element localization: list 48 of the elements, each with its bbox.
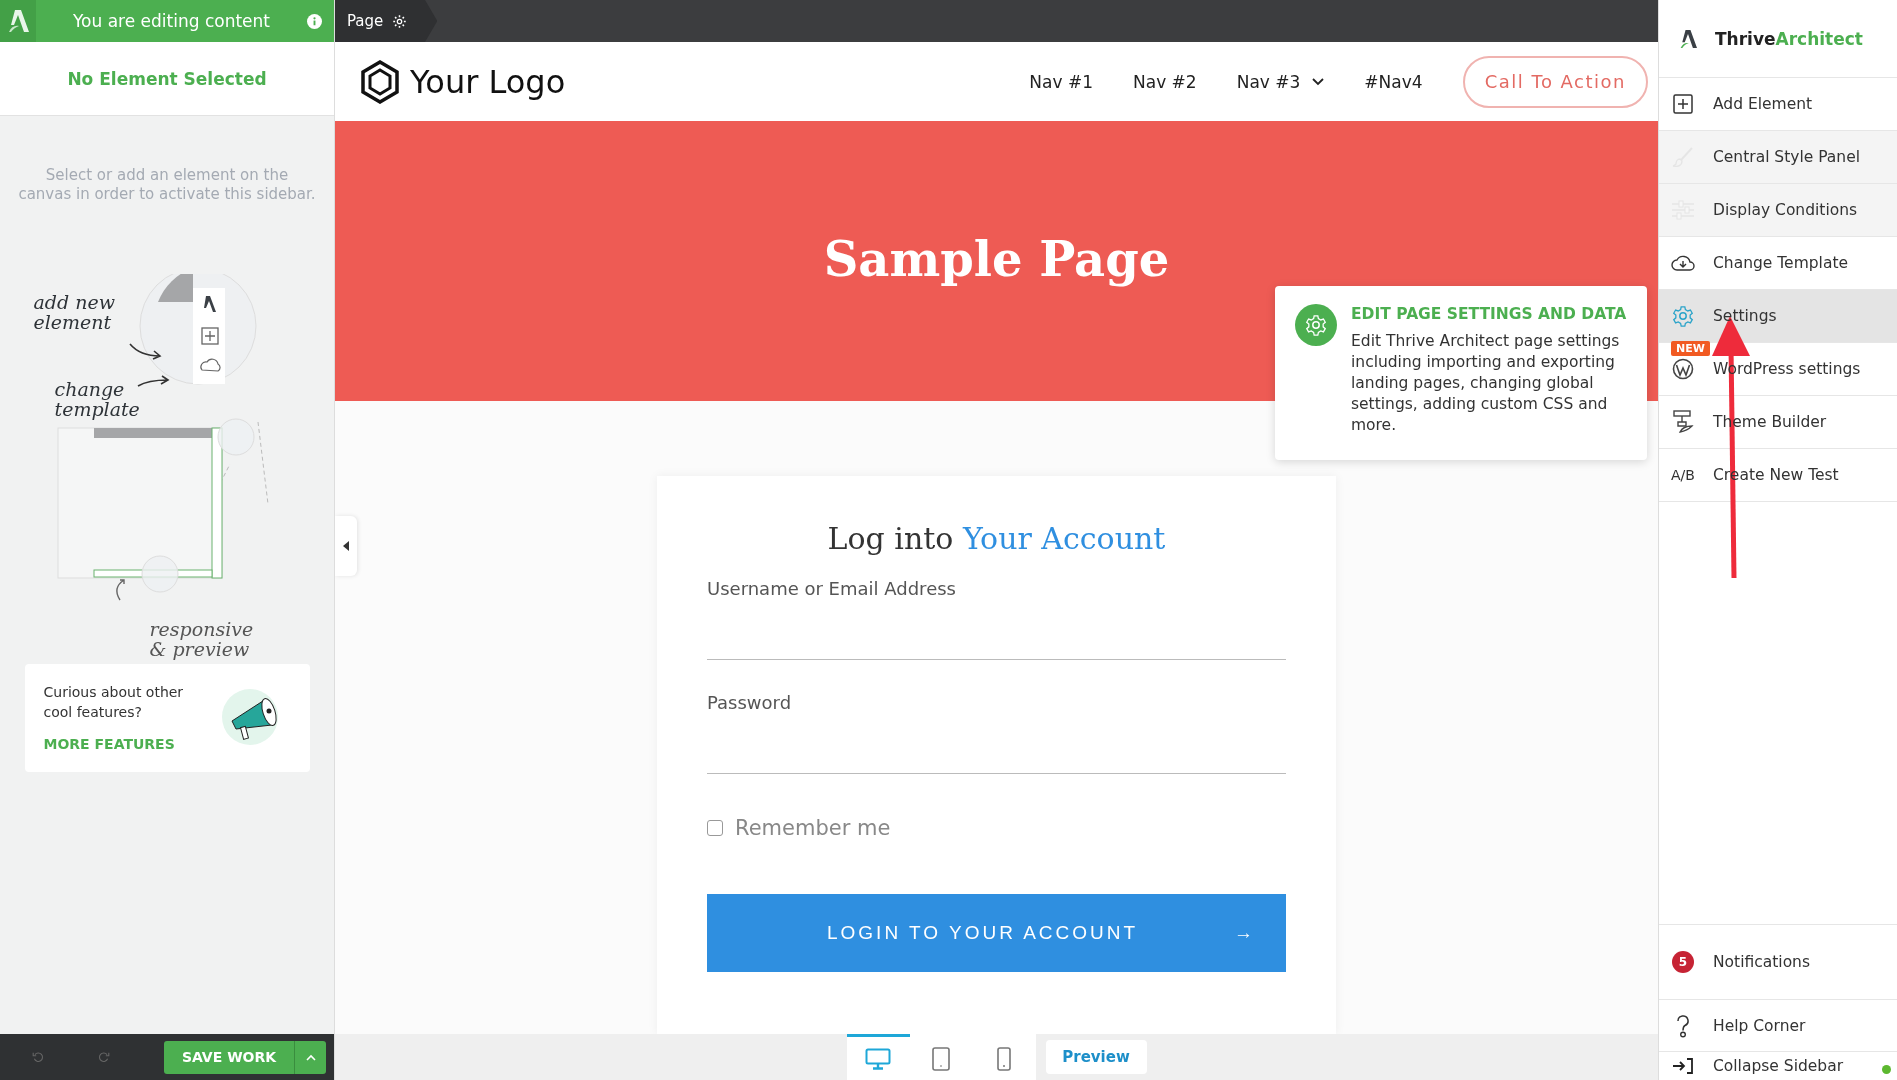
wordpress-icon <box>1672 358 1694 380</box>
illustration-caption: add new element <box>33 292 116 332</box>
nav-link[interactable]: Nav #3 <box>1236 71 1325 92</box>
remember-checkbox[interactable] <box>707 820 723 836</box>
sidebar-hint: Select or add an element on the canvas in order to activate this sidebar. <box>18 166 316 204</box>
editing-status-text: You are editing content <box>72 11 271 31</box>
nav-link[interactable]: #Nav4 <box>1364 71 1423 92</box>
field-label: Password <box>707 692 793 713</box>
page-title: Sample Page <box>823 231 1170 289</box>
caret-up-icon <box>305 1053 316 1062</box>
ab-test-icon: A/B <box>1671 467 1695 483</box>
illustration-caption: responsive & preview <box>149 619 255 659</box>
settings-icon[interactable] <box>392 13 408 29</box>
brand-logo-icon <box>1679 28 1697 49</box>
logo-icon[interactable] <box>0 0 36 42</box>
breadcrumb[interactable]: Page <box>335 0 438 42</box>
mobile-icon <box>997 1046 1011 1071</box>
sidebar-menu-item[interactable]: Settings <box>1659 290 1897 343</box>
nav-link[interactable]: Nav #1 <box>1029 71 1093 92</box>
theme-builder-icon <box>1672 410 1694 434</box>
new-badge: NEW <box>1671 341 1710 356</box>
add-icon <box>1673 94 1693 114</box>
settings-icon <box>1295 304 1337 346</box>
tooltip-text: Edit Thrive Architect page settings including importing and exporting landing pages, changing global settings, adding custom CSS and more. <box>1351 331 1621 436</box>
field-label: Username or Email Address <box>707 578 957 599</box>
tablet-icon <box>932 1046 950 1071</box>
preview-button[interactable]: Preview <box>1045 1040 1147 1074</box>
tooltip-title: EDIT PAGE SETTINGS AND DATA <box>1351 304 1628 325</box>
cloud-download-icon <box>1671 254 1695 272</box>
site-logo-text[interactable]: Your Logo <box>410 62 566 101</box>
status-dot-icon <box>1882 1065 1891 1074</box>
nav-link[interactable]: Nav #2 <box>1133 71 1197 92</box>
remember-label: Remember me <box>735 816 891 840</box>
collapse-icon <box>1672 1058 1694 1074</box>
question-icon <box>1675 1013 1691 1038</box>
chevron-down-icon <box>1312 77 1325 86</box>
hexagon-logo-icon <box>360 59 400 104</box>
sidebar-title: No Element Selected <box>67 68 267 89</box>
info-icon[interactable] <box>307 13 322 29</box>
login-heading: Log into Your Account <box>826 521 1167 556</box>
collapse-sidebar-handle[interactable] <box>335 516 357 576</box>
illustration-caption: change template <box>54 379 141 419</box>
promo-text: Curious about other cool features? <box>43 683 185 722</box>
settings-icon <box>1672 305 1694 327</box>
desktop-icon <box>865 1047 891 1070</box>
notification-count: 5 <box>1672 951 1694 973</box>
save-options-button[interactable] <box>294 1040 326 1074</box>
brand-name: ThriveArchitect <box>1715 28 1863 49</box>
